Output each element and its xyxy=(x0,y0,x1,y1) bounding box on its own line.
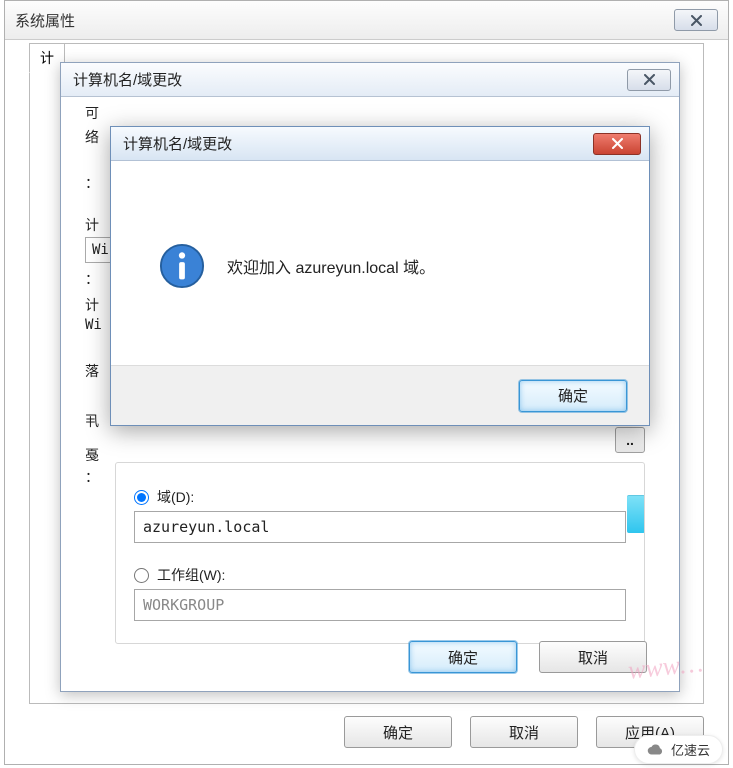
misc-label-2: 丮 xyxy=(85,411,99,431)
row-colon-3: ： xyxy=(85,467,99,487)
cloud-icon xyxy=(647,741,665,759)
close-icon xyxy=(644,74,655,85)
messagebox-body: 欢迎加入 azureyun.local 域。 xyxy=(111,161,649,365)
ok-button[interactable]: 确定 xyxy=(519,380,627,412)
branding-pill: 亿速云 xyxy=(634,735,723,764)
membership-group: 域(D): 工作组(W): xyxy=(115,462,645,644)
close-icon xyxy=(691,15,702,26)
info-icon xyxy=(159,243,205,289)
row-colon-1: ： xyxy=(85,173,99,193)
more-button-label: .. xyxy=(626,432,634,448)
cancel-button[interactable]: 取消 xyxy=(470,716,578,748)
misc-label-1: 落 xyxy=(85,361,99,381)
domain-input[interactable] xyxy=(134,511,626,543)
close-icon xyxy=(612,138,623,149)
ok-button-label: 确定 xyxy=(448,647,478,668)
computer-name-change-titlebar: 计算机名/域更改 xyxy=(61,63,679,97)
computer-name-change-title: 计算机名/域更改 xyxy=(73,69,182,90)
messagebox-footer: 确定 xyxy=(111,365,649,425)
messagebox-title: 计算机名/域更改 xyxy=(123,133,232,154)
workgroup-radio-label: 工作组(W): xyxy=(157,565,225,585)
tab-label: 计 xyxy=(40,50,54,66)
computer-name-change-buttonbar: 确定 取消 xyxy=(409,641,647,673)
branding-text: 亿速云 xyxy=(671,740,710,759)
full-name-label: 计 xyxy=(85,295,99,315)
domain-radio-row[interactable]: 域(D): xyxy=(134,487,626,507)
domain-radio-label: 域(D): xyxy=(157,487,194,507)
domain-radio[interactable] xyxy=(134,490,149,505)
messagebox-close-button[interactable] xyxy=(593,133,641,155)
workgroup-radio-row[interactable]: 工作组(W): xyxy=(134,565,626,585)
computer-name-change-close-button[interactable] xyxy=(627,69,671,91)
ok-button-label: 确定 xyxy=(558,385,588,406)
welcome-messagebox: 计算机名/域更改 欢迎加入 azureyun.local 域。 确定 xyxy=(110,126,650,426)
full-name-value: Wi xyxy=(85,317,102,333)
messagebox-text: 欢迎加入 azureyun.local 域。 xyxy=(227,254,435,278)
messagebox-titlebar: 计算机名/域更改 xyxy=(111,127,649,161)
ok-button[interactable]: 确定 xyxy=(344,716,452,748)
cancel-button[interactable]: 取消 xyxy=(539,641,647,673)
ok-button[interactable]: 确定 xyxy=(409,641,517,673)
intro-text-line1: 可 xyxy=(85,103,99,123)
intro-text-line2: 络 xyxy=(85,127,99,147)
workgroup-radio[interactable] xyxy=(134,568,149,583)
misc-label-3: 戞 xyxy=(85,445,99,465)
system-properties-titlebar: 系统属性 xyxy=(5,1,728,40)
system-properties-close-button[interactable] xyxy=(674,9,718,31)
ok-button-label: 确定 xyxy=(383,722,413,743)
row-colon-2: ： xyxy=(85,269,99,289)
system-properties-title: 系统属性 xyxy=(15,10,75,31)
computer-name-label: 计 xyxy=(85,215,99,235)
cancel-button-label: 取消 xyxy=(509,722,539,743)
more-button[interactable]: .. xyxy=(615,427,645,453)
cancel-button-label: 取消 xyxy=(578,647,608,668)
workgroup-input[interactable] xyxy=(134,589,626,621)
